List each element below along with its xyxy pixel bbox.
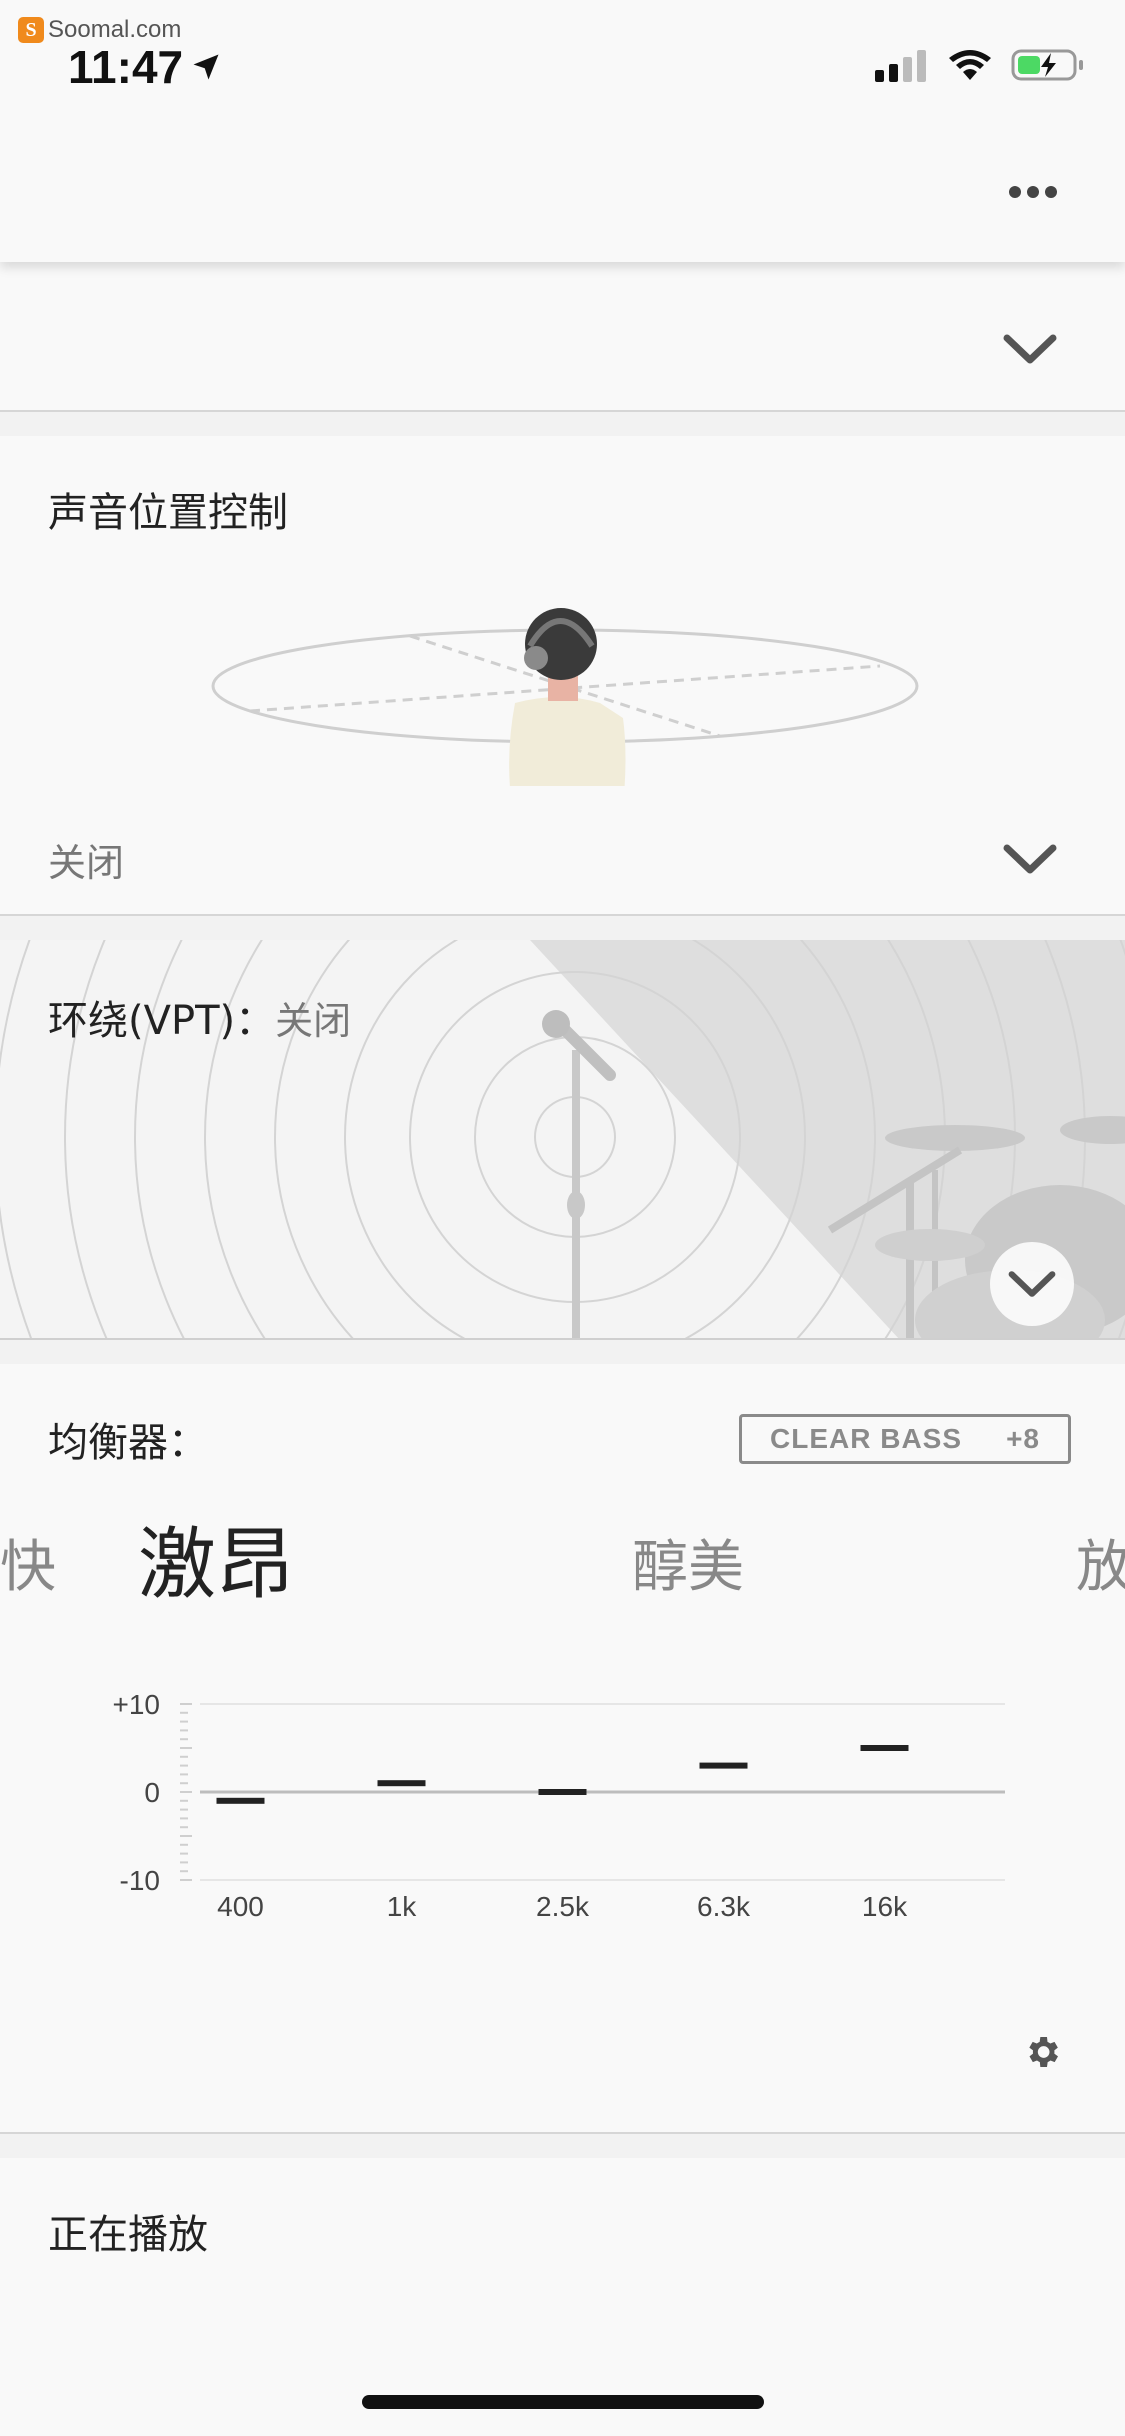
vpt-expand-button[interactable] bbox=[990, 1242, 1074, 1326]
eq-band-label: 400 bbox=[217, 1891, 264, 1922]
clear-bass-badge[interactable]: CLEAR BASS +8 bbox=[739, 1414, 1071, 1464]
collapsed-section bbox=[0, 262, 1125, 412]
eq-x-ticks: 400 1k 2.5k 6.3k 16k bbox=[217, 1891, 908, 1922]
eq-y-ticks: +10 0 -10 bbox=[113, 1689, 161, 1896]
eq-band-level-2.5k[interactable] bbox=[538, 1789, 587, 1795]
eq-chart[interactable]: +10 0 -10 400 1k 2.5k 6.3k 16k bbox=[100, 1684, 1020, 1924]
sound-position-section: 声音位置控制 关闭 bbox=[0, 436, 1125, 916]
cellular-signal-icon bbox=[875, 50, 926, 82]
eq-band-level-6.3k[interactable] bbox=[699, 1762, 748, 1769]
section-divider bbox=[0, 1340, 1125, 1364]
eq-band-level-16k[interactable] bbox=[860, 1745, 909, 1751]
more-button[interactable] bbox=[1009, 186, 1057, 198]
chevron-down-icon[interactable] bbox=[1003, 332, 1057, 366]
preset-item[interactable]: 快 bbox=[0, 1522, 56, 1603]
status-clock: 11:47 bbox=[68, 40, 221, 94]
status-time: 11:47 bbox=[68, 41, 184, 93]
eq-bars bbox=[216, 1745, 909, 1804]
section-divider bbox=[0, 916, 1125, 940]
vpt-section: 环绕(VPT)：关闭 bbox=[0, 940, 1125, 1340]
chevron-down-icon bbox=[1008, 1271, 1056, 1297]
eq-band-label: 2.5k bbox=[536, 1891, 590, 1922]
vpt-label-row: 环绕(VPT)：关闭 bbox=[48, 988, 351, 1046]
section-divider bbox=[0, 2134, 1125, 2158]
wifi-icon bbox=[949, 50, 991, 80]
vpt-value: 关闭 bbox=[275, 999, 352, 1043]
section-divider bbox=[0, 412, 1125, 436]
more-dots-icon bbox=[1009, 186, 1021, 198]
eq-y-tick-label: -10 bbox=[120, 1865, 160, 1896]
status-icons bbox=[875, 48, 1085, 82]
eq-band-level-400[interactable] bbox=[216, 1797, 265, 1804]
eq-band-level-1k[interactable] bbox=[377, 1780, 426, 1787]
gear-icon[interactable] bbox=[1022, 2032, 1062, 2072]
vpt-label: 环绕(VPT)： bbox=[48, 998, 276, 1044]
equalizer-title: 均衡器： bbox=[48, 1420, 208, 1466]
preset-item[interactable]: 放 bbox=[1076, 1522, 1125, 1603]
eq-band-label: 6.3k bbox=[697, 1891, 751, 1922]
preset-item[interactable]: 醇美 bbox=[632, 1522, 744, 1603]
eq-grid bbox=[180, 1703, 1005, 1881]
equalizer-section: 均衡器： CLEAR BASS +8 快 激昂 醇美 放 +10 0 -10 400… bbox=[0, 1364, 1125, 2134]
home-indicator[interactable] bbox=[362, 2395, 764, 2409]
sound-position-value: 关闭 bbox=[48, 841, 125, 885]
eq-band-label: 16k bbox=[862, 1891, 908, 1922]
sound-position-illustration[interactable] bbox=[200, 586, 930, 786]
battery-charging-icon bbox=[1011, 49, 1083, 81]
chevron-down-icon[interactable] bbox=[1003, 842, 1057, 876]
eq-y-tick-label: 0 bbox=[144, 1777, 160, 1808]
sound-position-title: 声音位置控制 bbox=[48, 490, 288, 536]
preset-item-active[interactable]: 激昂 bbox=[138, 1502, 294, 1614]
eq-y-tick-label: +10 bbox=[113, 1689, 161, 1720]
eq-band-label: 1k bbox=[387, 1891, 418, 1922]
watermark-logo: S bbox=[18, 17, 44, 43]
now-playing-title: 正在播放 bbox=[48, 2212, 208, 2258]
location-arrow-icon bbox=[193, 54, 219, 80]
clear-bass-label: CLEAR BASS bbox=[770, 1423, 963, 1454]
clear-bass-value: +8 bbox=[1006, 1423, 1040, 1454]
